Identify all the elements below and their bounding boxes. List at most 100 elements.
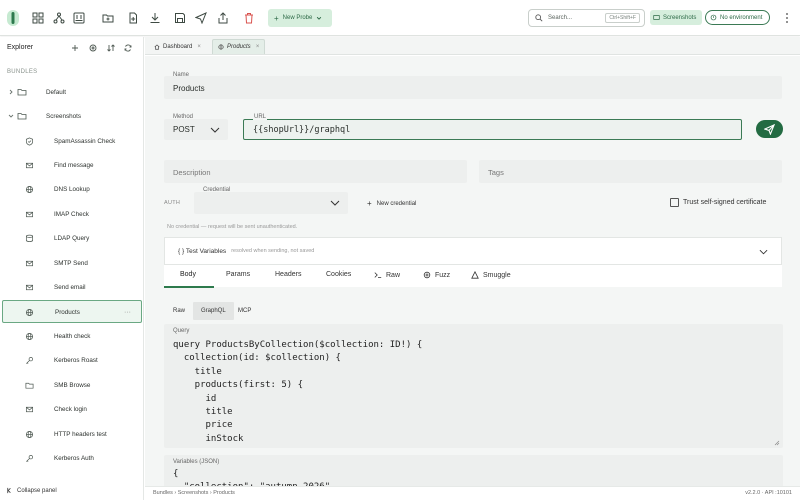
- envelope-icon: [25, 284, 34, 290]
- new-file-icon[interactable]: [126, 11, 140, 25]
- sidebar-item-dns-lookup[interactable]: DNS Lookup: [0, 178, 143, 200]
- folder-icon: [25, 382, 34, 389]
- explorer-title: Explorer: [7, 44, 34, 51]
- name-field[interactable]: Name Products: [164, 72, 782, 99]
- resize-handle-icon[interactable]: [774, 440, 780, 446]
- new-folder-icon[interactable]: [101, 11, 115, 25]
- sidebar-item-http-headers-test[interactable]: HTTP headers test: [0, 423, 143, 445]
- editor-tabs: Dashboard × Products ×: [145, 37, 800, 55]
- envelope-icon: [25, 162, 34, 168]
- environment-chip[interactable]: No environment: [705, 10, 770, 25]
- variables-label: Variables (JSON): [173, 459, 220, 465]
- query-editor[interactable]: Query query ProductsByCollection($collec…: [164, 324, 783, 448]
- envelope-icon: [25, 211, 34, 217]
- trust-cert-checkbox[interactable]: Trust self-signed certificate: [670, 198, 766, 207]
- method-select[interactable]: Method POST: [164, 114, 228, 140]
- description-field[interactable]: Description: [164, 160, 467, 183]
- tab-label: Cookies: [326, 271, 352, 278]
- bundle-screenshots[interactable]: Screenshots: [0, 105, 143, 127]
- variables-editor[interactable]: Variables (JSON) { "collection": "autumn…: [164, 455, 783, 486]
- dashboard-grid-icon[interactable]: [31, 11, 45, 25]
- search-input[interactable]: Search... Ctrl+Shift+F: [528, 9, 645, 27]
- tab-label: Fuzz: [435, 271, 451, 279]
- tab-cookies[interactable]: Cookies: [326, 271, 351, 278]
- version-info: v2.2.0 · API :10101: [745, 490, 792, 496]
- tab-dashboard[interactable]: Dashboard ×: [149, 39, 206, 54]
- sidebar-item-label: Health check: [54, 332, 91, 340]
- name-label: Name: [173, 72, 190, 78]
- new-probe-button[interactable]: + New Probe: [268, 9, 332, 27]
- sidebar-item-check-login[interactable]: Check login: [0, 398, 143, 420]
- tab-params[interactable]: Params: [226, 271, 250, 278]
- tab-body[interactable]: Body: [180, 271, 196, 278]
- collapse-panel-label: Collapse panel: [17, 487, 57, 494]
- tab-fuzz[interactable]: Fuzz: [423, 271, 450, 279]
- close-icon[interactable]: ×: [256, 44, 260, 50]
- refresh-icon[interactable]: [123, 43, 133, 53]
- sidebar-item-kerberos-auth[interactable]: Kerberos Auth: [0, 447, 143, 469]
- body-tab-raw[interactable]: Raw: [165, 302, 193, 320]
- sidebar-item-health-check[interactable]: Health check: [0, 325, 143, 347]
- terminal-icon: [374, 272, 382, 278]
- tab-label: Params: [226, 271, 251, 278]
- send-request-button[interactable]: [756, 120, 783, 138]
- test-variables-panel[interactable]: { } Test Variables resolved when sending…: [164, 237, 782, 265]
- search-icon: [535, 14, 543, 22]
- bundle-default[interactable]: Default: [0, 81, 143, 103]
- sidebar-item-spamassassin-check[interactable]: SpamAssassin Check: [0, 130, 143, 152]
- delete-icon[interactable]: [242, 11, 256, 25]
- import-icon[interactable]: [72, 11, 86, 25]
- item-more-icon[interactable]: ···: [124, 309, 131, 316]
- search-placeholder: Search...: [548, 15, 573, 21]
- sidebar-item-products[interactable]: Products ···: [0, 301, 143, 323]
- tab-headers[interactable]: Headers: [275, 271, 301, 278]
- credential-select[interactable]: Credential: [194, 187, 348, 214]
- collapse-panel-button[interactable]: Collapse panel: [6, 487, 57, 494]
- sidebar-item-label: DNS Lookup: [54, 185, 90, 193]
- globe-icon: [25, 308, 34, 316]
- environment-icon: [710, 14, 717, 21]
- tab-label: Headers: [275, 271, 302, 278]
- body-tab-graphql[interactable]: GraphQL: [193, 302, 234, 320]
- body-tab-label: Raw: [173, 308, 186, 314]
- method-label: Method: [173, 114, 194, 120]
- tab-raw[interactable]: Raw: [374, 271, 400, 279]
- key-icon: [26, 356, 34, 364]
- sidebar-item-find-message[interactable]: Find message: [0, 154, 143, 176]
- send-icon[interactable]: [194, 11, 208, 25]
- sidebar-item-smtp-send[interactable]: SMTP Send: [0, 252, 143, 274]
- send-icon: [764, 123, 775, 135]
- sidebar-item-label: SpamAssassin Check: [54, 137, 116, 145]
- sidebar-item-smb-browse[interactable]: SMB Browse: [0, 374, 143, 396]
- sidebar-item-imap-check[interactable]: IMAP Check: [0, 203, 143, 225]
- bundle-chip[interactable]: Screenshots: [650, 10, 702, 25]
- close-icon[interactable]: ×: [197, 44, 201, 50]
- target-icon[interactable]: [88, 43, 98, 53]
- globe-icon: [25, 332, 34, 340]
- add-icon[interactable]: [70, 43, 80, 53]
- auth-label: AUTH: [164, 200, 181, 206]
- new-credential-button[interactable]: + New credential: [367, 199, 416, 208]
- tags-field[interactable]: Tags: [479, 160, 782, 183]
- tab-products[interactable]: Products ×: [212, 39, 266, 54]
- sort-icon[interactable]: [106, 43, 116, 53]
- checkbox-box[interactable]: [670, 198, 679, 207]
- save-icon[interactable]: [173, 11, 187, 25]
- body-tab-mcp[interactable]: MCP: [230, 302, 259, 320]
- url-field[interactable]: URL {{shopUrl}}/graphql: [243, 114, 742, 140]
- test-variables-hint: resolved when sending, not saved: [231, 248, 315, 254]
- tab-smuggle[interactable]: Smuggle: [471, 271, 511, 279]
- tab-label: Dashboard: [163, 43, 193, 50]
- chevron-right-icon: [9, 89, 13, 95]
- trust-cert-label: Trust self-signed certificate: [683, 199, 767, 206]
- query-label: Query: [173, 328, 190, 334]
- share-icon[interactable]: [216, 11, 230, 25]
- sidebar-item-kerberos-roast[interactable]: Kerberos Roast: [0, 349, 143, 371]
- credential-label: Credential: [203, 187, 231, 193]
- sidebar-item-send-email[interactable]: Send email: [0, 276, 143, 298]
- download-icon[interactable]: [148, 11, 162, 25]
- chevron-down-icon: [210, 127, 220, 133]
- sidebar-item-ldap-query[interactable]: LDAP Query: [0, 227, 143, 249]
- workflow-icon[interactable]: [52, 11, 66, 25]
- more-menu-icon[interactable]: [784, 11, 790, 25]
